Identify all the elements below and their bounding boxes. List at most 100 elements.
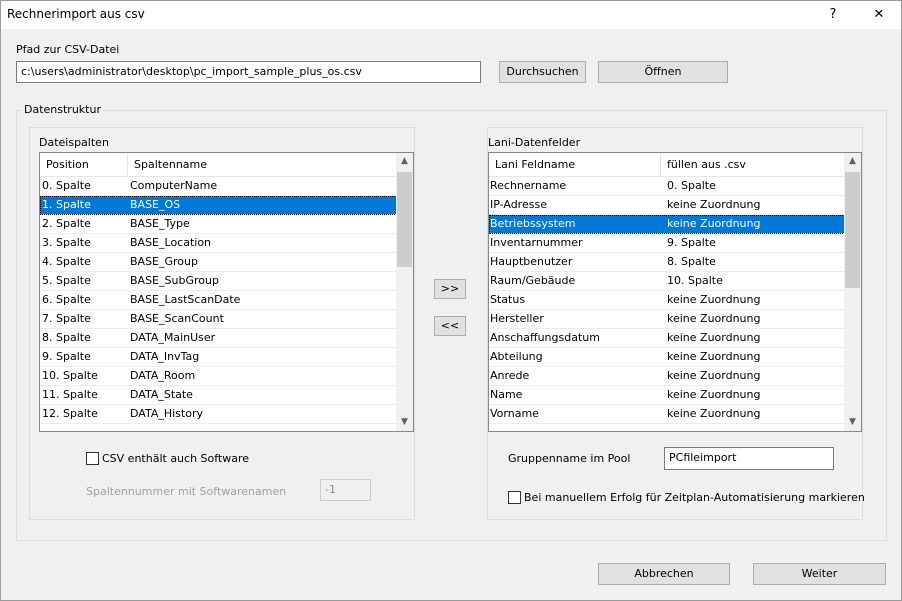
table-row[interactable]: Betriebssystem keine Zuordnung bbox=[489, 215, 845, 234]
table-row[interactable]: 3. Spalte BASE_Location bbox=[40, 234, 397, 253]
window-title: Rechnerimport aus csv bbox=[7, 7, 145, 21]
table-cell: Inventarnummer bbox=[490, 236, 583, 249]
table-cell: 12. Spalte bbox=[42, 407, 98, 420]
table-cell: ComputerName bbox=[130, 179, 218, 192]
table-cell: 7. Spalte bbox=[42, 312, 91, 325]
header-column-name[interactable]: Spaltenname bbox=[128, 153, 397, 177]
header-position[interactable]: Position bbox=[40, 153, 128, 177]
table-cell: Abteilung bbox=[490, 350, 543, 363]
table-cell: keine Zuordnung bbox=[667, 312, 761, 325]
table-cell: keine Zuordnung bbox=[667, 293, 761, 306]
table-row[interactable]: Rechnername 0. Spalte bbox=[489, 177, 845, 196]
table-cell: 3. Spalte bbox=[42, 236, 91, 249]
open-button[interactable]: Öffnen bbox=[598, 61, 728, 83]
table-row[interactable]: 6. Spalte BASE_LastScanDate bbox=[40, 291, 397, 310]
close-icon[interactable]: ✕ bbox=[859, 1, 899, 29]
table-cell: Anschaffungsdatum bbox=[490, 331, 600, 344]
path-label: Pfad zur CSV-Datei bbox=[16, 43, 120, 56]
table-row[interactable]: 11. Spalte DATA_State bbox=[40, 386, 397, 405]
csv-path-input[interactable]: c:\users\administrator\desktop\pc_import… bbox=[16, 61, 481, 83]
table-row[interactable]: 10. Spalte DATA_Room bbox=[40, 367, 397, 386]
table-row[interactable]: IP-Adresse keine Zuordnung bbox=[489, 196, 845, 215]
pool-group-input[interactable]: PCfileimport bbox=[664, 447, 834, 470]
table-row[interactable]: Abteilung keine Zuordnung bbox=[489, 348, 845, 367]
table-row[interactable]: Hauptbenutzer 8. Spalte bbox=[489, 253, 845, 272]
table-cell: Hauptbenutzer bbox=[490, 255, 573, 268]
table-cell: 6. Spalte bbox=[42, 293, 91, 306]
table-cell: 4. Spalte bbox=[42, 255, 91, 268]
table-cell: IP-Adresse bbox=[490, 198, 547, 211]
file-columns-header: Position Spaltenname bbox=[40, 153, 397, 177]
scroll-down-icon[interactable]: ▼ bbox=[844, 414, 861, 431]
table-cell: Betriebssystem bbox=[490, 217, 576, 230]
lani-fields-rows: Rechnername 0. Spalte IP-Adresse keine Zuor… bbox=[489, 177, 845, 424]
table-cell: DATA_State bbox=[130, 388, 193, 401]
table-cell: DATA_InvTag bbox=[130, 350, 200, 363]
table-row[interactable]: 9. Spalte DATA_InvTag bbox=[40, 348, 397, 367]
table-row[interactable]: 2. Spalte BASE_Type bbox=[40, 215, 397, 234]
scroll-up-icon[interactable]: ▲ bbox=[396, 153, 413, 170]
table-row[interactable]: 12. Spalte DATA_History bbox=[40, 405, 397, 424]
header-fill-source[interactable]: füllen aus .csv bbox=[661, 153, 845, 177]
schedule-checkbox[interactable] bbox=[508, 491, 521, 504]
table-cell: 11. Spalte bbox=[42, 388, 98, 401]
next-button[interactable]: Weiter bbox=[753, 563, 886, 585]
schedule-checkbox-label: Bei manuellem Erfolg für Zeitplan-Automa… bbox=[524, 491, 865, 504]
title-bar: Rechnerimport aus csv ? ✕ bbox=[1, 1, 901, 29]
table-row[interactable]: Hersteller keine Zuordnung bbox=[489, 310, 845, 329]
cancel-button[interactable]: Abbrechen bbox=[598, 563, 730, 585]
table-cell: keine Zuordnung bbox=[667, 198, 761, 211]
table-cell: 9. Spalte bbox=[667, 236, 716, 249]
table-row[interactable]: Vorname keine Zuordnung bbox=[489, 405, 845, 424]
table-cell: BASE_Type bbox=[130, 217, 190, 230]
table-cell: keine Zuordnung bbox=[667, 217, 761, 230]
table-row[interactable]: Raum/Gebäude 10. Spalte bbox=[489, 272, 845, 291]
table-row[interactable]: Inventarnummer 9. Spalte bbox=[489, 234, 845, 253]
file-columns-label: Dateispalten bbox=[39, 136, 109, 149]
scroll-down-icon[interactable]: ▼ bbox=[396, 414, 413, 431]
import-dialog: Rechnerimport aus csv ? ✕ Pfad zur CSV-D… bbox=[0, 0, 902, 601]
lani-fields-scrollbar[interactable]: ▲ ▼ bbox=[844, 153, 861, 431]
table-row[interactable]: Status keine Zuordnung bbox=[489, 291, 845, 310]
help-icon[interactable]: ? bbox=[813, 1, 853, 29]
scroll-thumb[interactable] bbox=[845, 172, 860, 288]
scroll-up-icon[interactable]: ▲ bbox=[844, 153, 861, 170]
browse-button[interactable]: Durchsuchen bbox=[499, 61, 586, 83]
table-cell: BASE_OS bbox=[130, 198, 181, 211]
table-cell: 0. Spalte bbox=[667, 179, 716, 192]
table-row[interactable]: Name keine Zuordnung bbox=[489, 386, 845, 405]
software-checkbox[interactable] bbox=[86, 452, 99, 465]
table-row[interactable]: Anschaffungsdatum keine Zuordnung bbox=[489, 329, 845, 348]
table-cell: 8. Spalte bbox=[667, 255, 716, 268]
table-cell: BASE_ScanCount bbox=[130, 312, 224, 325]
software-checkbox-label: CSV enthält auch Software bbox=[102, 452, 250, 465]
table-row[interactable]: 4. Spalte BASE_Group bbox=[40, 253, 397, 272]
assign-button[interactable]: >> bbox=[434, 279, 466, 299]
scroll-thumb[interactable] bbox=[397, 172, 412, 267]
table-row[interactable]: 0. Spalte ComputerName bbox=[40, 177, 397, 196]
table-cell: DATA_History bbox=[130, 407, 203, 420]
table-cell: BASE_Location bbox=[130, 236, 212, 249]
table-cell: Rechnername bbox=[490, 179, 567, 192]
table-cell: keine Zuordnung bbox=[667, 369, 761, 382]
table-row[interactable]: 1. Spalte BASE_OS bbox=[40, 196, 397, 215]
unassign-button[interactable]: << bbox=[434, 316, 466, 336]
table-cell: 10. Spalte bbox=[42, 369, 98, 382]
table-row[interactable]: 7. Spalte BASE_ScanCount bbox=[40, 310, 397, 329]
table-cell: Vorname bbox=[490, 407, 539, 420]
header-lani-field[interactable]: Lani Feldname bbox=[489, 153, 661, 177]
table-cell: DATA_MainUser bbox=[130, 331, 216, 344]
table-cell: Hersteller bbox=[490, 312, 544, 325]
file-columns-scrollbar[interactable]: ▲ ▼ bbox=[396, 153, 413, 431]
table-cell: Status bbox=[490, 293, 526, 306]
table-row[interactable]: 5. Spalte BASE_SubGroup bbox=[40, 272, 397, 291]
file-columns-list[interactable]: Position Spaltenname 0. Spalte ComputerNa… bbox=[39, 152, 414, 432]
lani-fields-list[interactable]: Lani Feldname füllen aus .csv Rechnernam… bbox=[488, 152, 862, 432]
table-row[interactable]: 8. Spalte DATA_MainUser bbox=[40, 329, 397, 348]
table-cell: 8. Spalte bbox=[42, 331, 91, 344]
table-row[interactable]: Anrede keine Zuordnung bbox=[489, 367, 845, 386]
datastructure-label: Datenstruktur bbox=[22, 103, 103, 116]
software-column-input[interactable]: -1 bbox=[320, 479, 371, 501]
table-cell: 10. Spalte bbox=[667, 274, 723, 287]
table-cell: 9. Spalte bbox=[42, 350, 91, 363]
